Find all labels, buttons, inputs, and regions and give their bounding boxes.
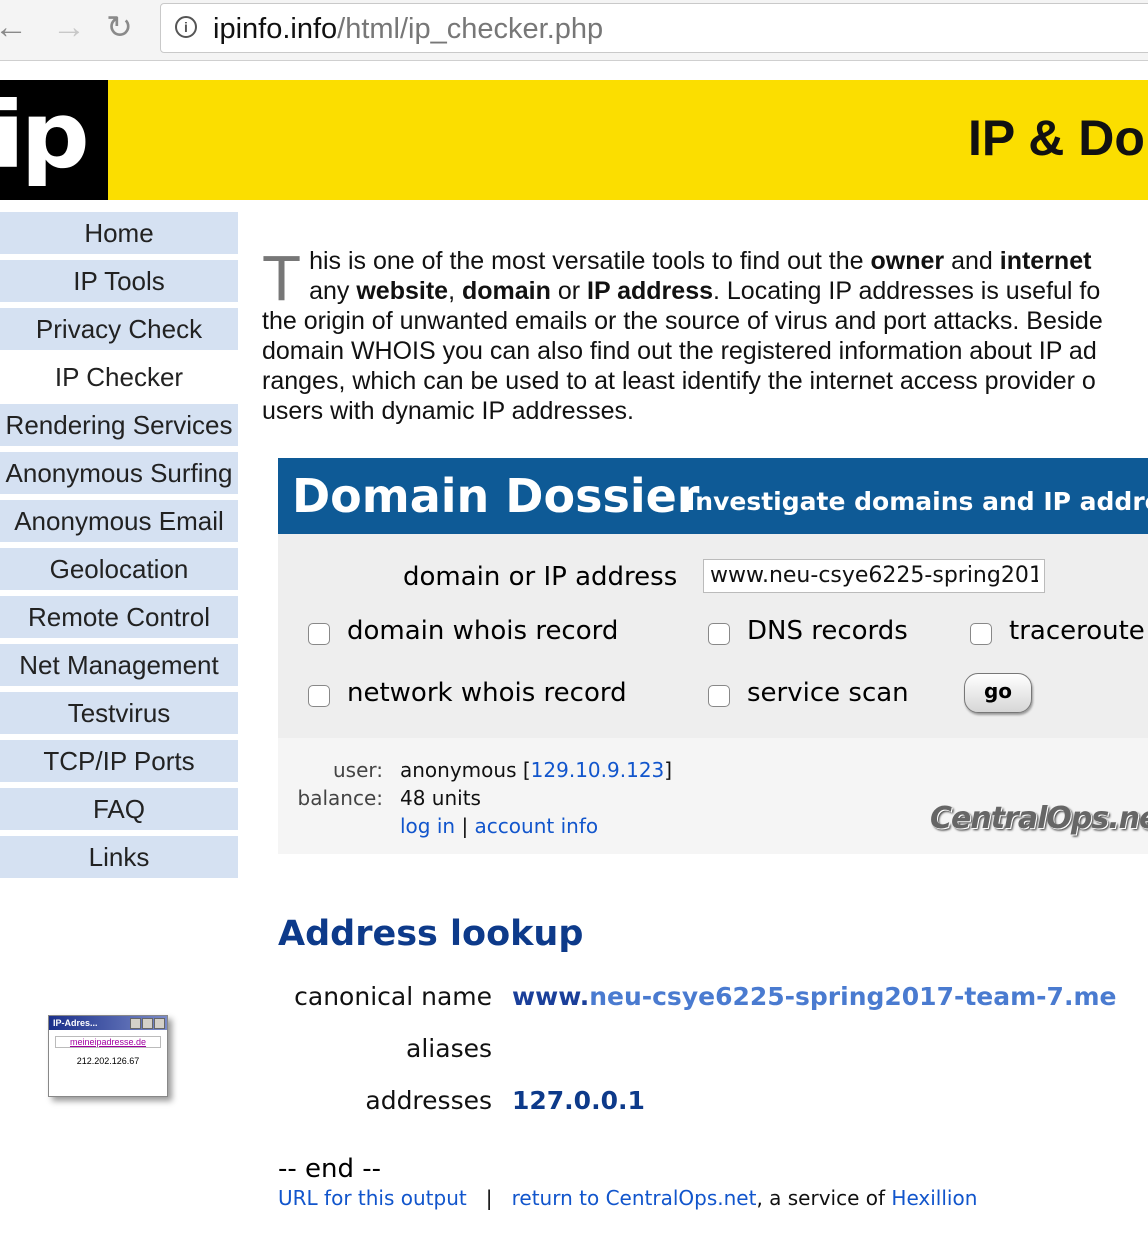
- user-value: anonymous [129.10.9.123]: [400, 758, 673, 782]
- sidebar-item-ip-checker[interactable]: IP Checker: [0, 356, 238, 398]
- dossier-title: Domain Dossier: [292, 469, 700, 523]
- canonical-name-label: canonical name: [294, 982, 492, 1011]
- url-host: ipinfo.info: [213, 13, 338, 45]
- return-centralops-link[interactable]: return to CentralOps.net: [512, 1186, 757, 1210]
- addresses-value[interactable]: 127.0.0.1: [512, 1085, 645, 1117]
- network-whois-label[interactable]: network whois record: [347, 678, 627, 708]
- window-controls-icon: [129, 1018, 165, 1033]
- domain-whois-checkbox[interactable]: [308, 623, 330, 645]
- sidebar-item-anonymous-email[interactable]: Anonymous Email: [0, 500, 238, 542]
- user-panel: user: anonymous [129.10.9.123] balance: …: [278, 738, 1148, 854]
- dropcap: T: [262, 242, 302, 314]
- intro-line: any website, domain or IP address. Locat…: [309, 277, 1101, 305]
- addresses-label: addresses: [365, 1086, 492, 1115]
- intro-line: ranges, which can be used to at least id…: [262, 367, 1096, 395]
- address-bar[interactable]: i ipinfo.info/html/ip_checker.php: [160, 3, 1148, 53]
- address-lookup-heading: Address lookup: [278, 914, 584, 954]
- sidebar-item-tcp-ip-ports[interactable]: TCP/IP Ports: [0, 740, 238, 782]
- sidebar-item-faq[interactable]: FAQ: [0, 788, 238, 830]
- domain-input[interactable]: [703, 559, 1045, 593]
- info-icon[interactable]: i: [175, 16, 197, 38]
- end-marker: -- end --: [278, 1154, 382, 1184]
- canonical-name-value[interactable]: www.neu-csye6225-spring2017-team-7.me: [512, 981, 1116, 1013]
- service-scan-checkbox[interactable]: [708, 685, 730, 707]
- site-header: ip IP & Do: [0, 80, 1148, 200]
- sidebar-item-geolocation[interactable]: Geolocation: [0, 548, 238, 590]
- account-info-link[interactable]: account info: [475, 814, 599, 838]
- sidebar-item-remote-control[interactable]: Remote Control: [0, 596, 238, 638]
- network-whois-checkbox[interactable]: [308, 685, 330, 707]
- traceroute-label[interactable]: traceroute: [1009, 616, 1145, 646]
- browser-toolbar: ← → ↻ i ipinfo.info/html/ip_checker.php: [0, 0, 1148, 61]
- service-scan-label[interactable]: service scan: [747, 678, 909, 708]
- reload-icon[interactable]: ↻: [106, 10, 133, 44]
- dossier-subtitle: Investigate domains and IP address: [686, 487, 1148, 516]
- url-output-link[interactable]: URL for this output: [278, 1186, 467, 1210]
- balance-value: 48 units: [400, 786, 481, 810]
- sidebar-item-home[interactable]: Home: [0, 212, 238, 254]
- aliases-label: aliases: [406, 1034, 492, 1063]
- domain-input-label: domain or IP address: [403, 562, 678, 592]
- balance-label: balance:: [297, 786, 383, 810]
- sidebar-item-net-management[interactable]: Net Management: [0, 644, 238, 686]
- dns-records-checkbox[interactable]: [708, 623, 730, 645]
- intro-line: the origin of unwanted emails or the sou…: [262, 307, 1103, 335]
- forward-arrow-icon[interactable]: →: [52, 10, 86, 44]
- widget-title: IP-Adres...: [53, 1018, 98, 1028]
- sidebar-item-ip-tools[interactable]: IP Tools: [0, 260, 238, 302]
- user-ip-link[interactable]: 129.10.9.123: [531, 758, 665, 782]
- hexillion-link[interactable]: Hexillion: [891, 1186, 977, 1210]
- footer-links: URL for this output | return to CentralO…: [278, 1186, 978, 1210]
- traceroute-checkbox[interactable]: [970, 623, 992, 645]
- sidebar-nav: Home IP Tools Privacy Check IP Checker R…: [0, 212, 238, 884]
- intro-line: users with dynamic IP addresses.: [262, 397, 634, 425]
- sidebar-item-privacy-check[interactable]: Privacy Check: [0, 308, 238, 350]
- service-text: , a service of: [756, 1186, 892, 1210]
- header-title: IP & Do: [968, 110, 1145, 166]
- sidebar-item-rendering-services[interactable]: Rendering Services: [0, 404, 238, 446]
- domain-whois-label[interactable]: domain whois record: [347, 616, 618, 646]
- user-label: user:: [332, 758, 383, 782]
- intro-line: his is one of the most versatile tools t…: [309, 247, 1092, 275]
- login-link[interactable]: log in: [400, 814, 455, 838]
- go-button[interactable]: go: [964, 673, 1032, 713]
- intro-paragraph: T his is one of the most versatile tools…: [262, 246, 1148, 426]
- dossier-form: domain or IP address domain whois record…: [278, 534, 1148, 738]
- sidebar-item-anonymous-surfing[interactable]: Anonymous Surfing: [0, 452, 238, 494]
- dns-records-label[interactable]: DNS records: [747, 616, 908, 646]
- intro-line: domain WHOIS you can also find out the r…: [262, 337, 1097, 365]
- sidebar-item-testvirus[interactable]: Testvirus: [0, 692, 238, 734]
- widget-titlebar: IP-Adres...: [49, 1016, 167, 1030]
- back-arrow-icon[interactable]: ←: [0, 10, 28, 44]
- url-path: /html/ip_checker.php: [337, 13, 604, 45]
- dossier-header: Domain Dossier Investigate domains and I…: [278, 458, 1148, 534]
- site-logo[interactable]: ip: [0, 80, 108, 200]
- account-links: log in | account info: [400, 814, 599, 838]
- url-text[interactable]: ipinfo.info/html/ip_checker.php: [213, 13, 603, 46]
- centralops-logo[interactable]: CentralOps.ne: [930, 802, 1148, 836]
- sidebar-item-links[interactable]: Links: [0, 836, 238, 878]
